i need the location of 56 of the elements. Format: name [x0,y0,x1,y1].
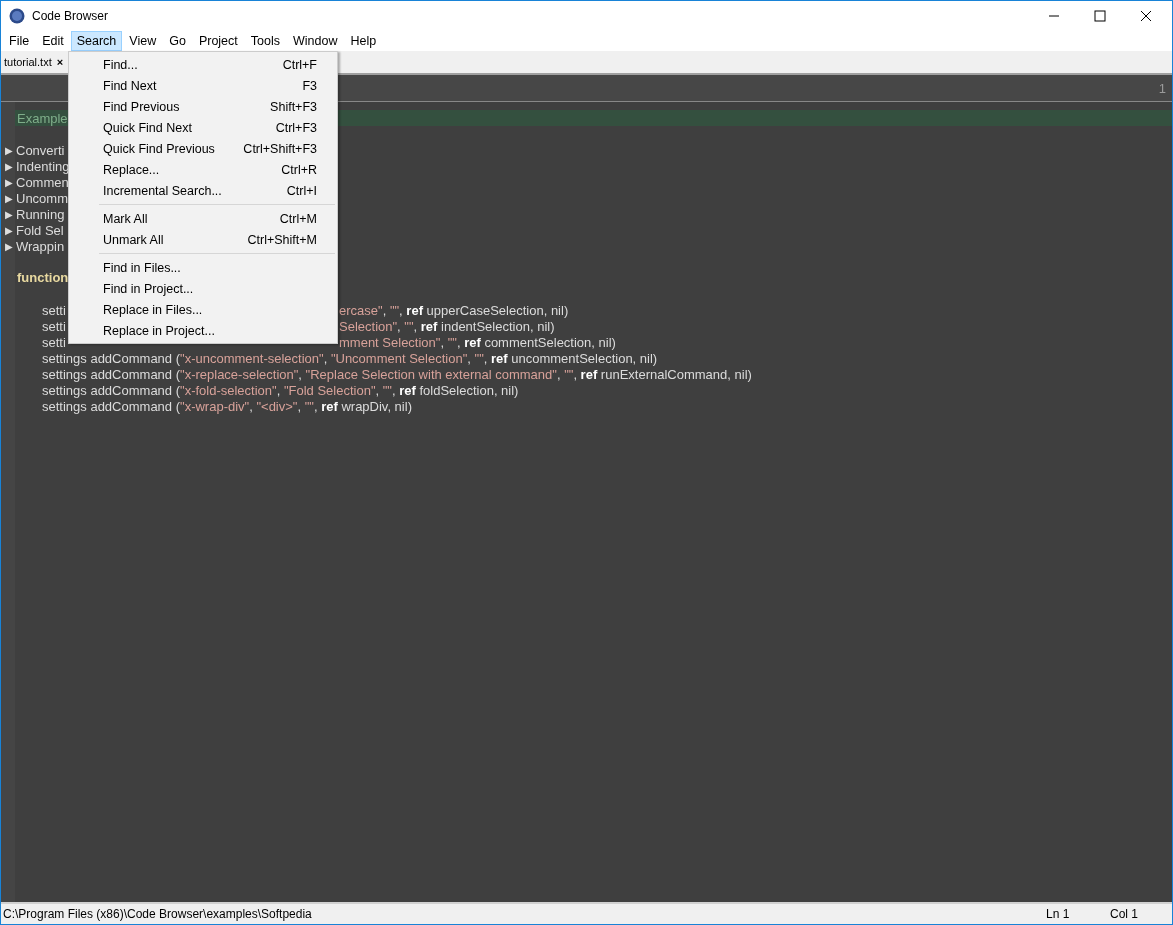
fold-marker[interactable]: ▶ [5,176,13,188]
code-text: function [17,270,69,285]
fold-label: Running [16,206,65,222]
menu-item[interactable]: File [3,31,36,51]
close-icon[interactable] [1140,10,1152,22]
line-indicator: Ln 1 [1046,907,1071,921]
code-text: mment Selection", "", ref commentSelection, nil) [339,334,616,350]
menu-entry[interactable]: Find... Ctrl+F [69,54,337,75]
window-title: Code Browser [32,9,109,23]
menu-entry[interactable]: Find Previous Shift+F3 [69,96,337,117]
fold-marker[interactable]: ▶ [5,160,13,172]
heading-text: Example [17,110,68,126]
code-text: setti [42,334,66,350]
fold-marker[interactable]: ▶ [5,192,13,204]
menu-entry[interactable]: Find Next F3 [69,75,337,96]
maximize-icon[interactable] [1094,10,1106,22]
code-text: ercase", "", ref upperCaseSelection, nil) [339,302,569,318]
menu-entry[interactable]: Replace... Ctrl+R [69,159,337,180]
fold-label: Commen [16,174,69,190]
fold-label: Wrappin [16,238,65,254]
file-path: C:\Program Files (x86)\Code Browser\examples\Softpedia [3,907,312,921]
menu-entry[interactable]: Replace in Project... [69,320,337,341]
menu-item[interactable]: Search [70,31,123,51]
fold-label: Fold Sel [16,222,64,238]
line-number: 1 [1158,80,1166,96]
menu-item[interactable]: Tools [244,31,286,51]
fold-marker[interactable]: ▶ [5,224,13,236]
code-line: settings addCommand ("x-replace-selection", "Replace Selection with external command", "", ref runExternalCommand, nil) [41,366,752,382]
menu-entry[interactable]: Incremental Search... Ctrl+I [69,180,337,201]
code-line: settings addCommand ("x-fold-selection", "Fold Selection", "", ref foldSelection, nil) [41,382,519,398]
code-line: settings addCommand ("x-uncomment-selection", "Uncomment Selection", "", ref uncommentSelection, nil) [41,350,658,366]
fold-marker[interactable]: ▶ [5,208,13,220]
code-text: setti [42,302,66,318]
menu-entry[interactable]: Quick Find Previous Ctrl+Shift+F3 [69,138,337,159]
menu-item[interactable]: Window [286,31,344,51]
code-text: Selection", "", ref indentSelection, nil) [339,318,555,334]
menu-entry[interactable]: Unmark All Ctrl+Shift+M [69,229,337,250]
code-text: setti [42,318,66,334]
column-indicator: Col 1 [1110,907,1139,921]
fold-label: Uncomm [16,190,68,206]
menu-item[interactable]: View [123,31,163,51]
menu-entry[interactable]: Replace in Files... [69,299,337,320]
menu-item[interactable]: Edit [36,31,70,51]
menu-entry[interactable]: Find in Files... [69,257,337,278]
fold-label: Indenting [16,158,70,174]
app-icon [9,8,25,24]
menu-item[interactable]: Project [192,31,244,51]
menu-item[interactable]: Go [163,31,192,51]
menu-entry[interactable]: Find in Project... [69,278,337,299]
menu-item[interactable]: Help [344,31,383,51]
fold-marker[interactable]: ▶ [5,144,13,156]
fold-label: Converti [16,142,65,158]
menu-entry[interactable]: Quick Find Next Ctrl+F3 [69,117,337,138]
menu-entry[interactable]: Mark All Ctrl+M [69,208,337,229]
fold-marker[interactable]: ▶ [5,240,13,252]
code-line: settings addCommand ("x-wrap-div", "<div>", "", ref wrapDiv, nil) [41,398,412,414]
